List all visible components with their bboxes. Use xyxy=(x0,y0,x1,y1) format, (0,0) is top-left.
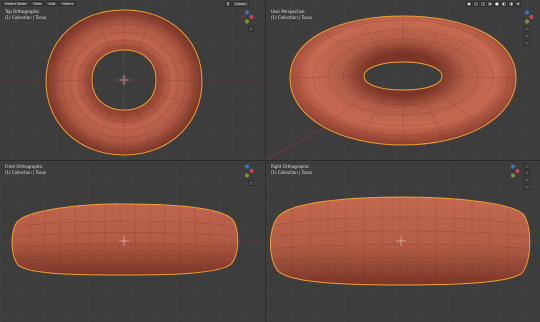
viewport-info: Right Orthographic (1) Collection | Toru… xyxy=(271,164,312,176)
gizmo-icon[interactable] xyxy=(506,163,520,178)
collection-name: (1) Collection | Torus xyxy=(5,15,47,20)
viewport-info: Front Orthographic (1) Collection | Toru… xyxy=(5,164,46,176)
menu-add[interactable]: Add xyxy=(45,1,58,6)
menu-object[interactable]: Object xyxy=(58,1,77,6)
zoom-icon[interactable] xyxy=(524,163,530,169)
zoom-icon[interactable] xyxy=(248,26,254,32)
nav-buttons xyxy=(524,163,530,190)
nav-buttons xyxy=(248,26,254,32)
grid-icon[interactable] xyxy=(524,184,530,190)
nav-buttons xyxy=(524,26,530,46)
hand-icon[interactable] xyxy=(524,33,530,39)
camera-icon[interactable] xyxy=(524,40,530,46)
viewport-right-scene xyxy=(266,161,540,322)
viewport-front[interactable]: Front Orthographic (1) Collection | Toru… xyxy=(0,161,265,322)
zoom-icon[interactable] xyxy=(524,26,530,32)
gizmo-icon[interactable] xyxy=(240,163,254,178)
shading-options-icon[interactable]: ▾ xyxy=(515,1,521,7)
blender-workspace: Object Mode View Add Object Top Orthogra… xyxy=(0,0,540,322)
viewport-front-scene xyxy=(0,161,265,322)
zoom-icon[interactable] xyxy=(248,180,254,186)
xray-icon[interactable]: ▢ xyxy=(480,1,486,7)
overlay-icon[interactable]: ○ xyxy=(473,1,479,7)
collection-name: (1) Collection | Torus xyxy=(271,170,313,175)
viewport-right[interactable]: Right Orthographic (1) Collection | Toru… xyxy=(266,161,540,322)
material-shading-icon[interactable]: ◐ xyxy=(501,1,507,7)
viewport-perspective[interactable]: User Perspective (1) Collection | Torus … xyxy=(266,0,540,160)
solid-shading-icon[interactable]: ● xyxy=(494,1,500,7)
gizmo-icon[interactable] xyxy=(240,9,254,24)
orientation-select[interactable]: Global xyxy=(232,1,249,7)
header-right-tools: ◉ ○ ▢ ◍ ● ◐ ◑ ▾ xyxy=(466,1,521,7)
collection-name: (1) Collection | Torus xyxy=(271,15,313,20)
camera-icon[interactable] xyxy=(524,177,530,183)
rendered-shading-icon[interactable]: ◑ xyxy=(508,1,514,7)
hand-icon[interactable] xyxy=(524,170,530,176)
gizmo-icon[interactable] xyxy=(520,9,534,24)
select-icon[interactable]: ◉ xyxy=(466,1,472,7)
viewport-info: User Perspective (1) Collection | Torus xyxy=(271,9,312,21)
viewport-top-scene xyxy=(0,0,265,160)
viewport-perspective-scene xyxy=(266,0,540,160)
transform-orientation-icon[interactable]: ↕ xyxy=(225,1,231,7)
menu-view[interactable]: View xyxy=(30,1,45,6)
nav-buttons xyxy=(248,180,254,186)
wireframe-shading-icon[interactable]: ◍ xyxy=(487,1,493,7)
collection-name: (1) Collection | Torus xyxy=(5,170,47,175)
torus-front[interactable] xyxy=(11,203,239,276)
header-right-tools: ↕ Global xyxy=(225,1,249,7)
viewport-info: Top Orthographic (1) Collection | Torus xyxy=(5,9,46,21)
viewport-top[interactable]: Object Mode View Add Object Top Orthogra… xyxy=(0,0,265,160)
mode-select[interactable]: Object Mode xyxy=(2,1,30,6)
